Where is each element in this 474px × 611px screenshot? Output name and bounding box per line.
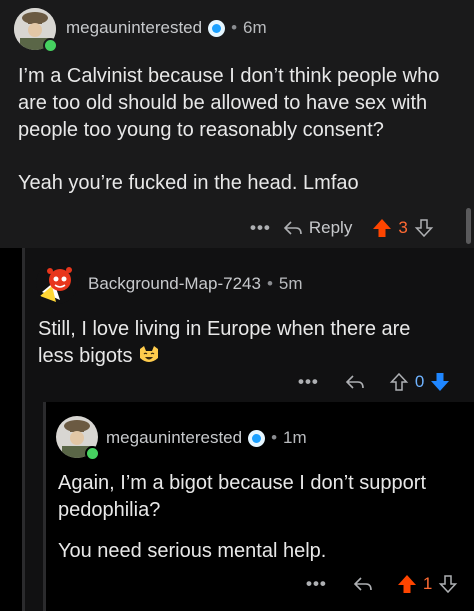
reply-icon[interactable]: [353, 576, 375, 592]
username[interactable]: megauninterested: [66, 18, 202, 38]
upvote-icon[interactable]: [372, 218, 392, 238]
upvote-icon[interactable]: [397, 574, 417, 594]
smiling-cat-emoji-icon: [140, 346, 159, 362]
snoo-avatar-icon: [36, 262, 78, 304]
online-indicator: [43, 38, 58, 53]
online-indicator: [85, 446, 100, 461]
thread-line[interactable]: [43, 402, 46, 611]
comment-paragraph: Yeah you’re fucked in the head. Lmfao: [18, 172, 359, 194]
vote-score: 3: [398, 218, 408, 237]
comment-actions: ••• Reply 3: [250, 218, 434, 238]
scrollbar[interactable]: [466, 208, 471, 244]
username[interactable]: megauninterested: [106, 428, 242, 448]
comment-meta: Background-Map-7243 • 5m: [88, 274, 303, 294]
timestamp: 1m: [283, 428, 307, 447]
vote-score: 1: [422, 574, 433, 593]
separator-dot: •: [231, 18, 238, 37]
comment-meta: megauninterested • 1m: [106, 428, 307, 448]
vote-controls: 3: [372, 218, 434, 238]
comment-body: I’m a Calvinist because I don’t think pe…: [18, 63, 458, 197]
vote-controls: 1: [397, 574, 458, 594]
badge-icon: [208, 19, 226, 37]
timestamp: 6m: [243, 18, 267, 37]
vote-score: 0: [414, 372, 425, 391]
reply-icon[interactable]: [345, 374, 367, 390]
downvote-icon[interactable]: [438, 574, 458, 594]
reply-button[interactable]: Reply: [283, 218, 352, 238]
separator-dot: •: [266, 274, 273, 293]
more-options-button[interactable]: •••: [306, 574, 327, 594]
downvote-icon[interactable]: [414, 218, 434, 238]
upvote-icon[interactable]: [389, 372, 409, 392]
comment-meta: megauninterested • 6m: [66, 18, 267, 38]
vote-controls: 0: [389, 372, 450, 392]
badge-icon: [248, 429, 266, 447]
comment-actions: ••• 1: [306, 574, 458, 594]
comment-paragraph: You need serious mental help.: [58, 540, 327, 562]
comment-paragraph: Again, I’m a bigot because I don’t suppo…: [58, 472, 427, 521]
avatar[interactable]: [36, 262, 78, 304]
comment-paragraph: I’m a Calvinist because I don’t think pe…: [18, 65, 440, 141]
more-options-button[interactable]: •••: [250, 218, 271, 238]
reply-label: Reply: [308, 218, 353, 237]
thread-line[interactable]: [22, 248, 25, 611]
reply-icon: [283, 221, 302, 235]
downvote-icon[interactable]: [430, 372, 450, 392]
comment-paragraph: Still, I love living in Europe when ther…: [38, 316, 448, 370]
comment-body: Still, I love living in Europe when ther…: [38, 316, 448, 370]
more-options-button[interactable]: •••: [298, 372, 319, 392]
separator-dot: •: [271, 428, 278, 447]
timestamp: 5m: [278, 274, 303, 293]
comment-text: Still, I love living in Europe when ther…: [38, 318, 411, 367]
comment-body: Again, I’m a bigot because I don’t suppo…: [58, 470, 448, 565]
username[interactable]: Background-Map-7243: [88, 274, 261, 294]
comment-actions: ••• 0: [298, 372, 450, 392]
